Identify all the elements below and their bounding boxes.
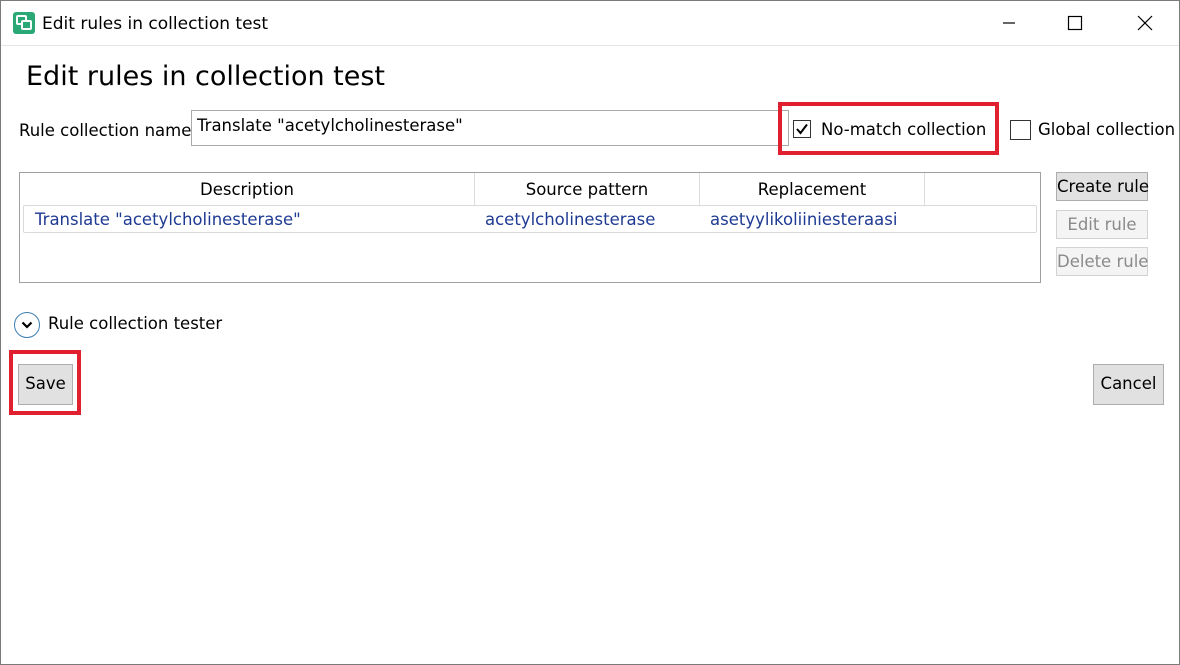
- maximize-icon: [1067, 15, 1083, 31]
- column-header-filler: [925, 173, 1040, 206]
- no-match-checkbox[interactable]: No-match collection: [793, 119, 993, 143]
- dialog-window: Edit rules in collection test Edit rules…: [0, 0, 1180, 665]
- global-checkbox[interactable]: Global collection: [1010, 119, 1175, 143]
- save-button[interactable]: Save: [18, 364, 73, 405]
- tester-label: Rule collection tester: [48, 314, 223, 333]
- create-rule-button[interactable]: Create rule: [1056, 172, 1149, 201]
- cell-source-pattern: acetylcholinesterase: [485, 210, 656, 229]
- rule-collection-tester-expander[interactable]: Rule collection tester: [1, 306, 241, 342]
- table-row[interactable]: Translate "acetylcholinesterase" acetylc…: [23, 205, 1037, 233]
- global-label: Global collection: [1038, 120, 1176, 139]
- title-bar[interactable]: Edit rules in collection test: [1, 1, 1179, 46]
- column-header-source[interactable]: Source pattern: [475, 173, 700, 206]
- minimize-icon: [1001, 15, 1017, 31]
- collection-name-input[interactable]: Translate "acetylcholinesterase": [191, 110, 789, 146]
- collection-name-label: Rule collection name: [19, 121, 192, 140]
- cancel-button[interactable]: Cancel: [1093, 364, 1164, 405]
- column-header-description[interactable]: Description: [20, 173, 475, 206]
- edit-rule-button[interactable]: Edit rule: [1056, 210, 1148, 239]
- window-title: Edit rules in collection test: [42, 14, 269, 34]
- cell-replacement: asetyylikoliiniesteraasi: [710, 210, 898, 229]
- column-header-replacement[interactable]: Replacement: [700, 173, 925, 206]
- minimize-button[interactable]: [976, 1, 1042, 45]
- checkbox-checked-icon: [793, 120, 811, 138]
- close-button[interactable]: [1112, 1, 1178, 45]
- app-icon: [13, 12, 35, 34]
- chevron-down-icon: [14, 312, 40, 338]
- rules-table[interactable]: Description Source pattern Replacement T…: [19, 172, 1041, 283]
- checkbox-unchecked-icon: [1010, 120, 1031, 140]
- delete-rule-button[interactable]: Delete rule: [1056, 247, 1148, 276]
- page-title: Edit rules in collection test: [26, 61, 386, 92]
- maximize-button[interactable]: [1042, 1, 1108, 45]
- cell-description: Translate "acetylcholinesterase": [35, 210, 301, 229]
- no-match-label: No-match collection: [821, 120, 987, 139]
- close-icon: [1137, 15, 1153, 31]
